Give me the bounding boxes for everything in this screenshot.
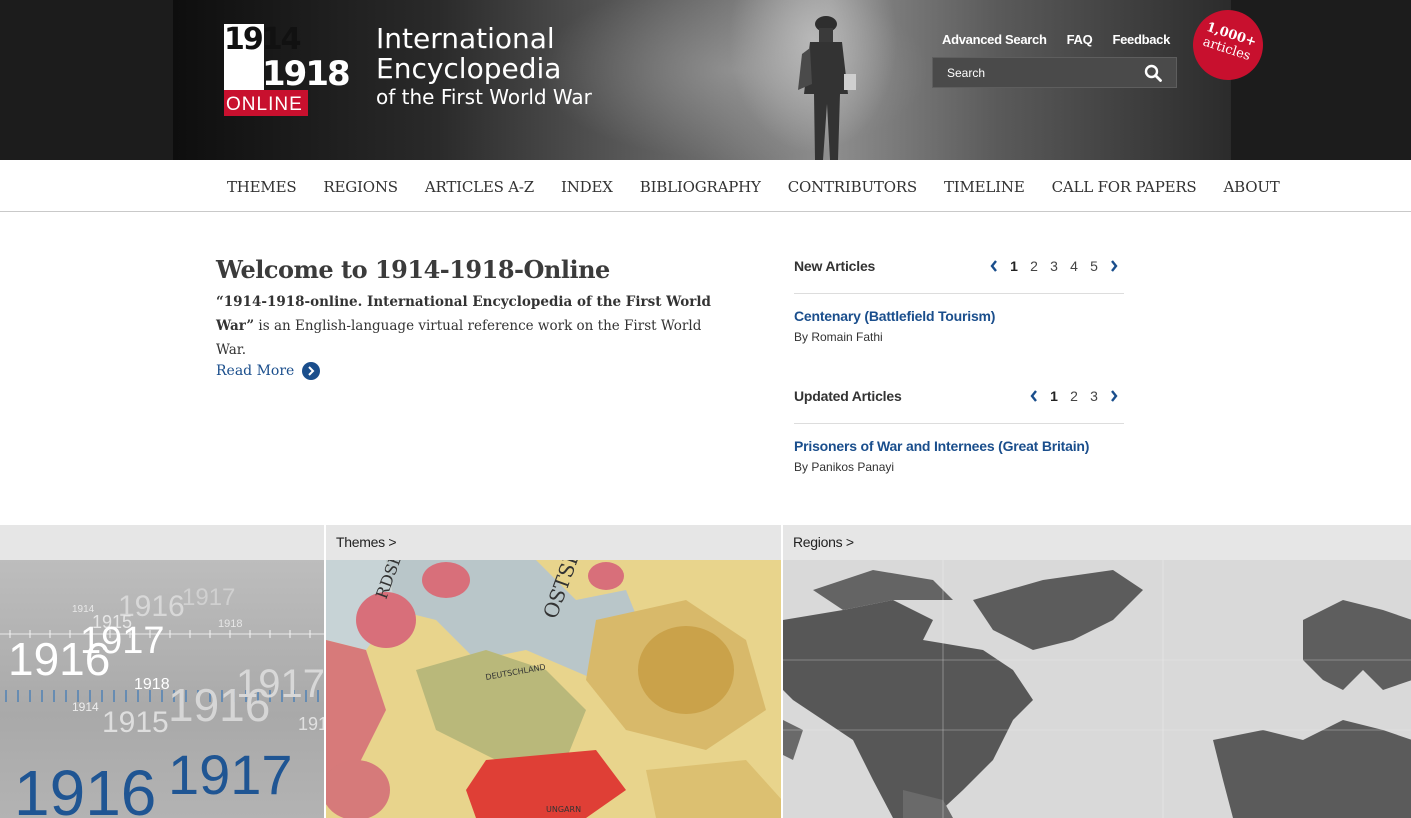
logo-online-label: ONLINE — [226, 94, 303, 115]
nav-item-about[interactable]: ABOUT — [1224, 178, 1280, 196]
updated-articles-header: Updated Articles 1 2 3 — [794, 386, 1124, 424]
timeline-year: 1914 — [72, 604, 95, 615]
themes-panel-link[interactable]: Themes > — [326, 525, 781, 560]
nav-item-themes[interactable]: THEMES — [227, 178, 297, 196]
new-articles-heading: New Articles — [794, 258, 876, 274]
pager-prev-icon[interactable] — [1024, 390, 1044, 402]
nav-item-call-for-papers[interactable]: CALL FOR PAPERS — [1052, 178, 1197, 196]
timeline-year: 1917 — [168, 743, 293, 806]
feedback-link[interactable]: Feedback — [1112, 32, 1170, 47]
pager-page-1[interactable]: 1 — [1044, 388, 1064, 404]
timeline-year: 1917 — [182, 584, 236, 611]
search-input[interactable] — [933, 58, 1133, 87]
nav-item-contributors[interactable]: CONTRIBUTORS — [788, 178, 917, 196]
world-map-image — [783, 560, 1411, 818]
timeline-year: 1917 — [236, 662, 324, 706]
new-articles-header: New Articles 1 2 3 4 5 — [794, 256, 1124, 294]
new-articles-pager: 1 2 3 4 5 — [984, 258, 1124, 274]
welcome-intro-text: is an English-language virtual reference… — [216, 318, 702, 358]
pager-next-icon[interactable] — [1104, 390, 1124, 402]
themes-panel[interactable]: Themes > OSTSEE RDSEE DEUTSCHLAND UNGARN — [325, 525, 781, 818]
updated-articles-section: Updated Articles 1 2 3 Prisoners of War … — [794, 386, 1124, 474]
chevron-right-circle-icon — [302, 362, 321, 380]
regions-panel[interactable]: Regions > — [782, 525, 1411, 818]
updated-article-author: By Panikos Panayi — [794, 460, 895, 474]
welcome-intro: “1914-1918-online. International Encyclo… — [216, 290, 716, 362]
svg-text:UNGARN: UNGARN — [546, 805, 581, 814]
new-article-title[interactable]: Centenary (Battlefield Tourism) — [794, 308, 1124, 324]
pager-page-3[interactable]: 3 — [1084, 388, 1104, 404]
pager-prev-icon[interactable] — [984, 260, 1004, 272]
site-logo[interactable]: 1914 1918 ONLINE — [224, 22, 351, 116]
main-nav: THEMES REGIONS ARTICLES A-Z INDEX BIBLIO… — [0, 160, 1411, 212]
faq-link[interactable]: FAQ — [1067, 32, 1093, 47]
nav-item-regions[interactable]: REGIONS — [323, 178, 398, 196]
new-article-author: By Romain Fathi — [794, 330, 883, 344]
new-articles-section: New Articles 1 2 3 4 5 Centenary (Battle… — [794, 256, 1124, 344]
pager-next-icon[interactable] — [1104, 260, 1124, 272]
pager-page-3[interactable]: 3 — [1044, 258, 1064, 274]
timeline-year: 1918 — [134, 676, 170, 693]
timeline-panel[interactable]: 1914 1916 1917 1915 1918 1916 1917 1918 … — [0, 525, 324, 818]
site-title-line1: International — [376, 22, 555, 55]
search-icon[interactable] — [1144, 64, 1162, 82]
regions-panel-link[interactable]: Regions > — [783, 525, 1411, 560]
welcome-heading: Welcome to 1914-1918-Online — [216, 255, 610, 284]
updated-articles-heading: Updated Articles — [794, 388, 902, 404]
nav-item-bibliography[interactable]: BIBLIOGRAPHY — [640, 178, 761, 196]
themes-map-image[interactable]: OSTSEE RDSEE DEUTSCHLAND UNGARN — [326, 560, 781, 818]
site-header: 1914 1918 ONLINE International Encyclope… — [0, 0, 1411, 160]
advanced-search-link[interactable]: Advanced Search — [942, 32, 1047, 47]
logo-year-1914: 1914 — [224, 22, 301, 57]
pager-page-2[interactable]: 2 — [1024, 258, 1044, 274]
site-title-line2: Encyclopedia — [376, 52, 562, 85]
timeline-year: 1916 — [14, 757, 157, 818]
nav-item-articles-az[interactable]: ARTICLES A-Z — [425, 178, 534, 196]
pager-page-1[interactable]: 1 — [1004, 258, 1024, 274]
timeline-year: 1914 — [298, 714, 324, 734]
utility-links: Advanced Search FAQ Feedback — [942, 32, 1170, 47]
soldier-silhouette — [798, 16, 856, 160]
pager-page-2[interactable]: 2 — [1064, 388, 1084, 404]
updated-articles-pager: 1 2 3 — [1024, 388, 1124, 404]
logo-year-1918: 1918 — [262, 54, 351, 94]
timeline-panel-bar — [0, 525, 324, 560]
timeline-year: 1918 — [218, 618, 243, 630]
timeline-graphic[interactable]: 1914 1916 1917 1915 1918 1916 1917 1918 … — [0, 560, 324, 818]
site-title-line3: of the First World War — [376, 85, 592, 109]
timeline-year: 1917 — [80, 620, 165, 662]
nav-item-index[interactable]: INDEX — [561, 178, 613, 196]
updated-article-title[interactable]: Prisoners of War and Internees (Great Br… — [794, 438, 1124, 454]
pager-page-5[interactable]: 5 — [1084, 258, 1104, 274]
timeline-year: 1915 — [102, 706, 169, 739]
timeline-year: 1914 — [72, 700, 99, 714]
site-title[interactable]: International Encyclopedia of the First … — [376, 24, 592, 110]
nav-item-timeline[interactable]: TIMELINE — [944, 178, 1025, 196]
pager-page-4[interactable]: 4 — [1064, 258, 1084, 274]
search-box — [932, 57, 1177, 88]
welcome-section: Welcome to 1914-1918-Online “1914-1918-o… — [216, 255, 716, 380]
regions-map-image[interactable] — [783, 560, 1411, 818]
satirical-war-map-image: OSTSEE RDSEE DEUTSCHLAND UNGARN — [326, 560, 781, 818]
read-more-link[interactable]: Read More — [216, 362, 321, 380]
read-more-label: Read More — [216, 363, 295, 379]
